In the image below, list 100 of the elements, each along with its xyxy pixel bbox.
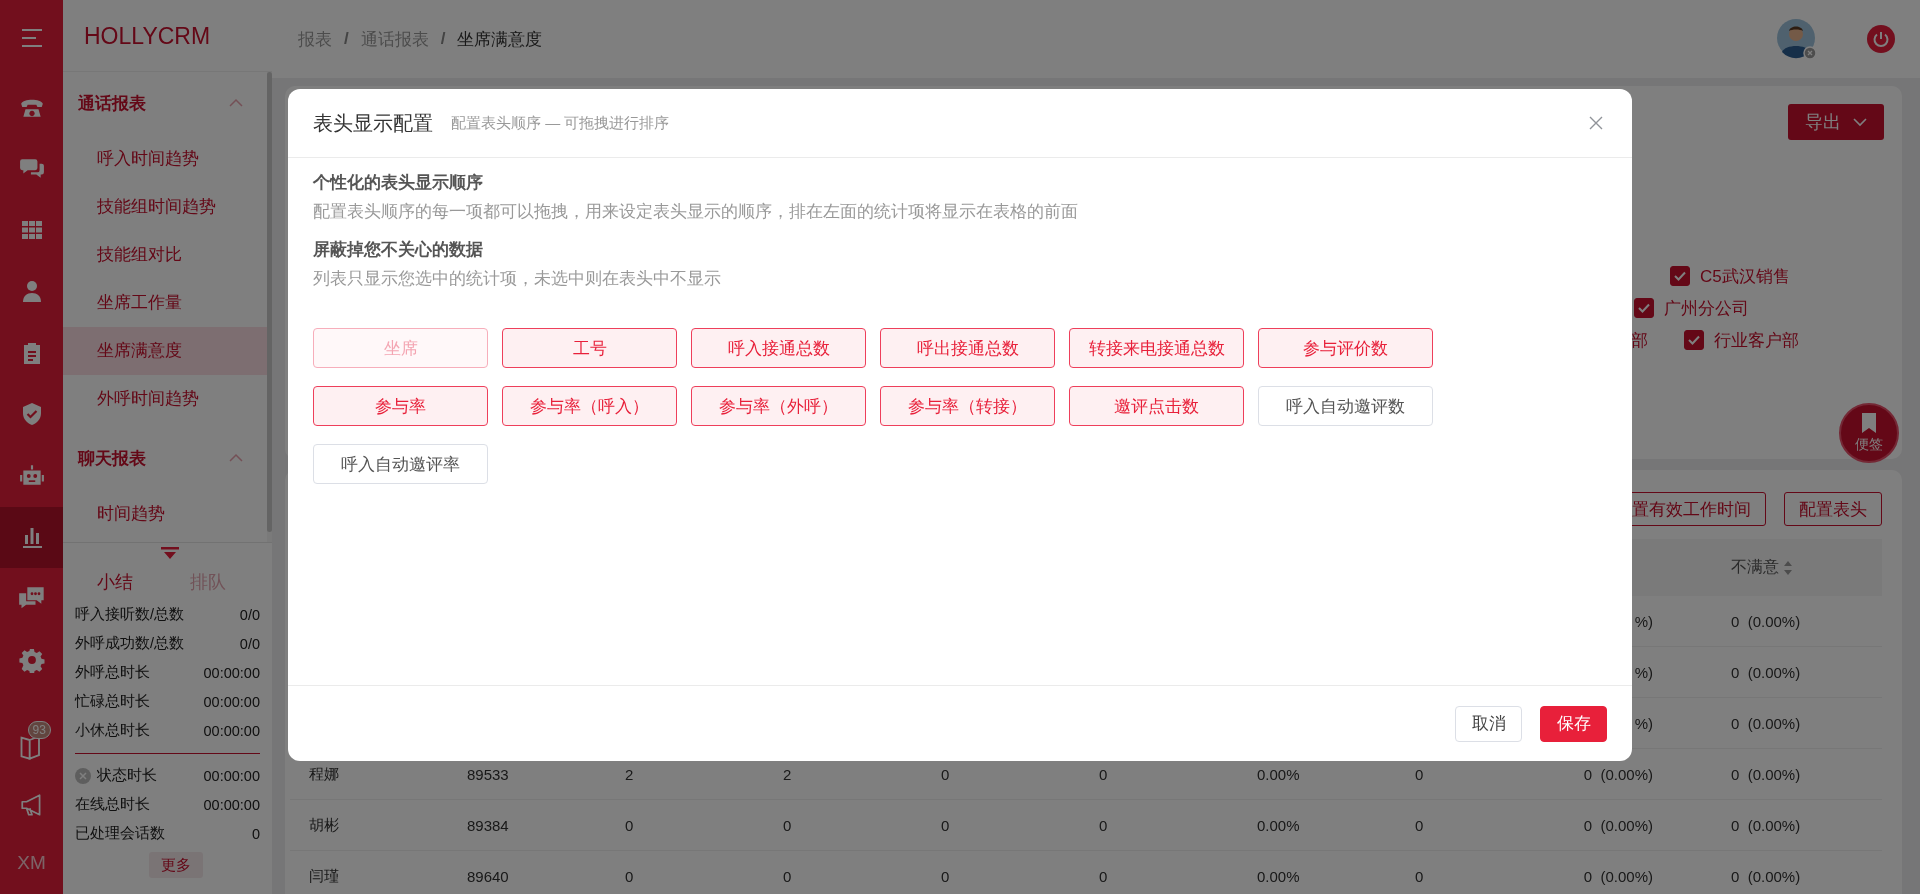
department-label[interactable]: 行业客户部: [1714, 328, 1799, 352]
department-label[interactable]: 部: [1631, 328, 1648, 352]
table-cell: 0: [941, 867, 950, 885]
table-cell: 胡彬: [309, 815, 339, 835]
column-toggle[interactable]: 呼出接通总数: [880, 328, 1055, 368]
stat-value: 0: [251, 825, 260, 842]
table-cell: 0: [783, 816, 792, 834]
section-description: 列表只显示您选中的统计项，未选中则在表头中不显示: [313, 268, 722, 290]
table-cell: 0 (0.00%): [1731, 765, 1801, 783]
table-cell: 0 (0.00%): [1731, 816, 1801, 834]
table-cell: 0: [783, 867, 792, 885]
checkmark-icon: [1688, 335, 1700, 345]
toolbar-button[interactable]: 配置表头: [1784, 492, 1882, 526]
stat-label: 小休总时长: [75, 721, 150, 740]
table-cell: 0: [625, 816, 634, 834]
menu-item[interactable]: 呼入时间趋势: [63, 135, 267, 183]
column-toggle[interactable]: 呼入接通总数: [691, 328, 866, 368]
table-cell: 0: [1099, 765, 1108, 783]
scrollbar[interactable]: [267, 72, 272, 532]
clear-icon[interactable]: [75, 767, 91, 784]
stat-value: 00:00:00: [203, 796, 260, 813]
breadcrumb-separator: /: [440, 29, 446, 49]
table-cell: 89533: [467, 765, 509, 783]
stat-label: 外呼成功数/总数: [75, 634, 185, 653]
checkbox[interactable]: [1634, 298, 1654, 318]
table-cell: 0: [1415, 816, 1424, 834]
checkbox[interactable]: [1670, 266, 1690, 286]
table-cell: 程娜: [309, 764, 339, 784]
nav-item[interactable]: [0, 506, 63, 568]
column-toggle[interactable]: 参与率: [313, 386, 488, 426]
menu-item[interactable]: 坐席满意度: [63, 327, 267, 375]
column-header[interactable]: 不满意: [1731, 557, 1779, 578]
stat-value: 00:00:00: [203, 664, 260, 681]
menu-item[interactable]: 技能组对比: [63, 231, 267, 279]
table-cell: %): [1634, 663, 1653, 681]
table-cell: 0.00%: [1257, 867, 1300, 885]
table-cell: 0: [941, 816, 950, 834]
stat-label: 呼入接听数/总数: [75, 605, 185, 624]
table-cell: 0 (0.00%): [1583, 816, 1653, 834]
user-initials[interactable]: XM: [17, 852, 46, 874]
table-cell: %): [1634, 612, 1653, 630]
stat-label: 状态时长: [97, 766, 157, 785]
stat-label: 已处理会话数: [75, 824, 165, 843]
section-description: 配置表头顺序的每一项都可以拖拽，用来设定表头显示的顺序，排在左面的统计项将显示在表格的前面: [313, 201, 1079, 223]
notes-label[interactable]: 便签: [1855, 435, 1883, 454]
table-cell: 0: [1099, 867, 1108, 885]
table-cell: 0: [1415, 765, 1424, 783]
stat-value: 0/0: [239, 606, 260, 623]
stat-value: 00:00:00: [203, 693, 260, 710]
table-cell: 0 (0.00%): [1583, 867, 1653, 885]
column-toggle[interactable]: 参与率（转接）: [880, 386, 1055, 426]
power-icon[interactable]: [1867, 25, 1895, 53]
column-toggle[interactable]: 工号: [502, 328, 677, 368]
table-cell: 闫瑾: [309, 866, 339, 886]
table-cell: 0 (0.00%): [1731, 714, 1801, 732]
stat-value: 00:00:00: [203, 767, 260, 784]
breadcrumb-item: 坐席满意度: [457, 28, 543, 51]
avatar[interactable]: [1777, 19, 1817, 59]
table-cell: 0 (0.00%): [1583, 765, 1653, 783]
bookmark-icon: [1861, 412, 1877, 433]
menu-item[interactable]: 时间趋势: [63, 490, 267, 538]
column-toggle[interactable]: 参与率（呼入）: [502, 386, 677, 426]
table-cell: %): [1634, 714, 1653, 732]
save-button[interactable]: 保存: [1540, 705, 1607, 742]
menu-item[interactable]: 坐席工作量: [63, 279, 267, 327]
collapse-handle-icon[interactable]: [161, 547, 179, 561]
menu-icon[interactable]: [19, 28, 44, 48]
table-cell: 0 (0.00%): [1731, 612, 1801, 630]
section-heading: 屏蔽掉您不关心的数据: [313, 239, 484, 261]
summary-tab[interactable]: 小结: [75, 570, 168, 594]
table-cell: 0: [625, 867, 634, 885]
export-button[interactable]: 导出: [1788, 104, 1884, 140]
table-cell: 0.00%: [1257, 765, 1300, 783]
checkbox[interactable]: [1684, 330, 1704, 350]
chevron-icon[interactable]: [229, 98, 243, 107]
stat-value: 0/0: [239, 635, 260, 652]
table-cell: 89384: [467, 816, 509, 834]
close-icon[interactable]: [1589, 116, 1603, 130]
chevron-icon[interactable]: [229, 453, 243, 462]
cancel-button[interactable]: 取消: [1455, 705, 1522, 742]
column-toggle[interactable]: 邀评点击数: [1069, 386, 1244, 426]
column-toggle[interactable]: 参与率（外呼）: [691, 386, 866, 426]
menu-group-header[interactable]: 通话报表: [63, 72, 267, 135]
dialog-title: 表头显示配置: [313, 110, 433, 136]
sort-icon[interactable]: [1783, 559, 1793, 576]
column-toggle[interactable]: 参与评价数: [1258, 328, 1433, 368]
column-toggle[interactable]: 转接来电接通总数: [1069, 328, 1244, 368]
menu-item[interactable]: 外呼时间趋势: [63, 375, 267, 423]
table-cell: 2: [625, 765, 634, 783]
caret-icon: [1853, 117, 1867, 127]
notification-badge: 93: [27, 721, 51, 739]
breadcrumb-separator: /: [344, 29, 349, 49]
table-cell: 2: [783, 765, 792, 783]
department-label[interactable]: 广州分公司: [1664, 296, 1749, 320]
column-toggle[interactable]: 呼入自动邀评率: [313, 444, 488, 484]
department-label[interactable]: C5武汉销售: [1700, 264, 1790, 288]
menu-group-header[interactable]: 聊天报表: [63, 427, 267, 490]
menu-item[interactable]: 技能组时间趋势: [63, 183, 267, 231]
column-toggle[interactable]: 呼入自动邀评数: [1258, 386, 1433, 426]
more-button[interactable]: 更多: [148, 852, 203, 878]
